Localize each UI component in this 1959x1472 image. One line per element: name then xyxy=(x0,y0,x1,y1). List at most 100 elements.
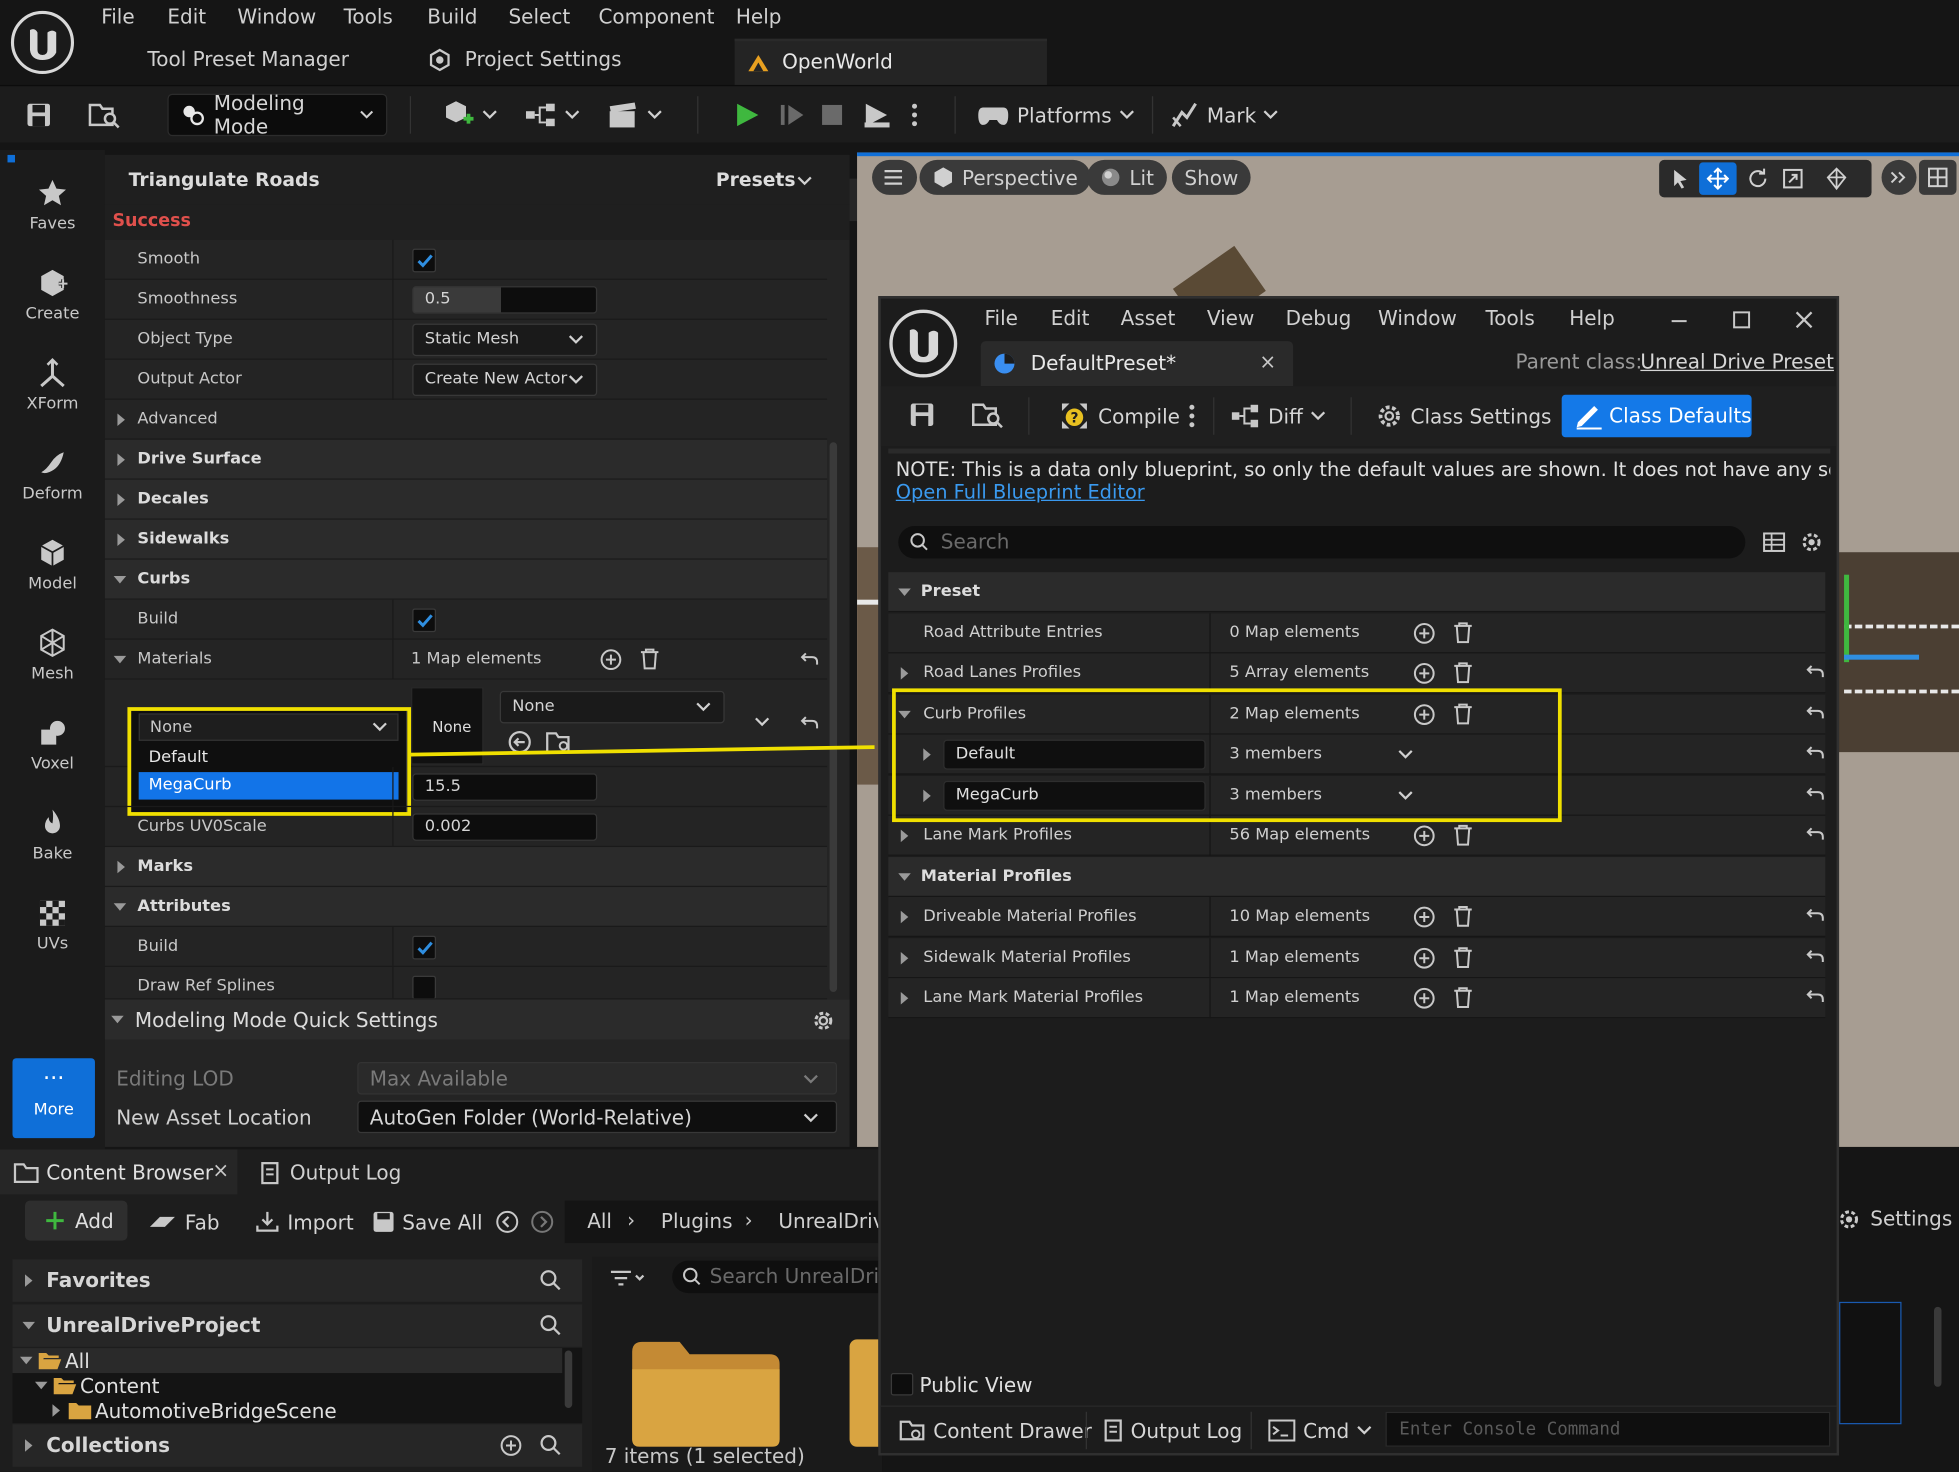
collections-header[interactable]: Collections xyxy=(12,1424,583,1467)
reset-arrow-icon[interactable] xyxy=(1805,785,1825,802)
selected-asset-tile[interactable] xyxy=(1839,1301,1902,1425)
add-element-icon[interactable] xyxy=(1413,946,1435,969)
asset-search-input[interactable]: Search UnrealDrive xyxy=(672,1260,903,1294)
mark-button[interactable]: Mark xyxy=(1169,94,1279,136)
tab-openworld[interactable]: OpenWorld xyxy=(734,38,1047,85)
minimize-icon[interactable] xyxy=(1670,319,1687,324)
add-element-icon[interactable] xyxy=(1413,662,1435,684)
content-browser-tab[interactable]: Content Browser × xyxy=(0,1149,238,1195)
class-defaults-button[interactable]: Class Defaults xyxy=(1561,394,1752,438)
eject-icon[interactable] xyxy=(862,94,892,136)
asset-scrollbar[interactable] xyxy=(1934,1306,1942,1387)
curbs-uv-field[interactable]: 0.002 xyxy=(412,813,598,841)
palette-deform[interactable]: Deform xyxy=(0,447,105,503)
bp-menu-asset[interactable]: Asset xyxy=(1121,306,1176,330)
fab-button[interactable]: Fab xyxy=(147,1201,220,1243)
project-header[interactable]: UnrealDriveProject xyxy=(12,1304,583,1347)
menu-build[interactable]: Build xyxy=(427,5,477,29)
reset-arrow-icon[interactable] xyxy=(1805,745,1825,762)
trash-icon[interactable] xyxy=(640,647,660,670)
search-icon[interactable] xyxy=(540,1434,562,1456)
collapse-arrow-icon[interactable] xyxy=(113,655,127,664)
bp-tab-defaultpreset[interactable]: DefaultPreset* × xyxy=(980,341,1294,387)
trash-icon[interactable] xyxy=(1453,620,1473,643)
palette-more-button[interactable]: ··· More xyxy=(12,1058,95,1139)
chevron-down-icon[interactable] xyxy=(755,717,770,727)
folder-tile[interactable] xyxy=(630,1339,782,1447)
show-button[interactable]: Show xyxy=(1171,159,1251,195)
reset-arrow-icon[interactable] xyxy=(800,651,820,668)
play-icon[interactable] xyxy=(733,94,760,136)
save-icon[interactable] xyxy=(908,401,935,428)
open-full-blueprint-link[interactable]: Open Full Blueprint Editor xyxy=(896,481,1145,503)
menu-help[interactable]: Help xyxy=(736,5,782,29)
menu-select[interactable]: Select xyxy=(508,5,570,29)
crumb-all[interactable]: All xyxy=(587,1209,612,1233)
menu-tools[interactable]: Tools xyxy=(344,5,393,29)
cmd-button[interactable]: Cmd xyxy=(1268,1409,1372,1451)
bp-menu-view[interactable]: View xyxy=(1207,306,1254,330)
output-actor-dropdown[interactable]: Create New Actor xyxy=(412,363,598,397)
crumb-plugins[interactable]: Plugins xyxy=(661,1209,733,1233)
more-viewport-options[interactable] xyxy=(1881,159,1917,195)
reset-arrow-icon[interactable] xyxy=(1805,704,1825,721)
reset-arrow-icon[interactable] xyxy=(800,715,820,732)
bp-menu-window[interactable]: Window xyxy=(1378,306,1457,330)
trash-icon[interactable] xyxy=(1453,905,1473,927)
table-view-icon[interactable] xyxy=(1763,531,1786,553)
reset-arrow-icon[interactable] xyxy=(1805,907,1825,924)
palette-faves[interactable]: Faves xyxy=(0,177,105,234)
lit-button[interactable]: Lit xyxy=(1086,159,1167,195)
tree-item-automotive[interactable]: AutomotiveBridgeScene xyxy=(12,1398,562,1423)
bp-menu-debug[interactable]: Debug xyxy=(1286,306,1352,330)
trash-icon[interactable] xyxy=(1453,661,1473,684)
smooth-checkbox[interactable] xyxy=(412,248,437,273)
property-row[interactable]: Preset xyxy=(888,572,1826,613)
menu-component[interactable]: Component xyxy=(598,5,714,29)
reset-arrow-icon[interactable] xyxy=(1805,826,1825,843)
tree-item-all[interactable]: All xyxy=(12,1348,563,1374)
draw-ref-checkbox[interactable] xyxy=(412,975,437,999)
decales-category[interactable]: Decales xyxy=(104,479,828,520)
import-button[interactable]: Import xyxy=(255,1201,354,1243)
add-collection-icon[interactable] xyxy=(500,1434,522,1456)
search-icon[interactable] xyxy=(540,1314,562,1336)
tab-tool-preset-manager[interactable]: Tool Preset Manager xyxy=(147,47,348,71)
presets-button[interactable]: Presets xyxy=(716,169,796,191)
add-element-icon[interactable] xyxy=(1413,825,1435,847)
trash-icon[interactable] xyxy=(1453,945,1473,968)
palette-create[interactable]: Create xyxy=(0,267,105,324)
scale-icon[interactable] xyxy=(1782,167,1804,189)
material-asset-dropdown[interactable]: None xyxy=(499,690,725,724)
forward-icon[interactable] xyxy=(530,1209,555,1234)
output-log-tab[interactable]: Output Log xyxy=(290,1161,402,1185)
modeling-mode-button[interactable]: Modeling Mode xyxy=(167,91,388,139)
curbs-category[interactable]: Curbs xyxy=(104,559,828,600)
back-icon[interactable] xyxy=(495,1209,520,1234)
stop-icon[interactable] xyxy=(820,94,845,136)
attributes-build-checkbox[interactable] xyxy=(412,935,437,960)
bp-menu-tools[interactable]: Tools xyxy=(1485,306,1534,330)
drive-surface-category[interactable]: Drive Surface xyxy=(104,439,828,480)
unreal-logo-icon[interactable] xyxy=(10,10,75,75)
bp-menu-file[interactable]: File xyxy=(984,306,1017,330)
hidden-value-field[interactable]: 15.5 xyxy=(412,773,598,801)
rotate-icon[interactable] xyxy=(1747,167,1769,189)
output-log-button[interactable]: Output Log xyxy=(1103,1409,1242,1451)
viewport-menu-button[interactable] xyxy=(872,159,918,195)
collapse-arrow-icon[interactable] xyxy=(111,1015,124,1024)
move-tool-button[interactable] xyxy=(1699,162,1737,195)
attributes-category[interactable]: Attributes xyxy=(104,887,828,928)
cinematics-button[interactable] xyxy=(607,94,662,136)
editing-lod-dropdown[interactable]: Max Available xyxy=(357,1061,838,1095)
close-window-icon[interactable] xyxy=(1794,310,1814,330)
gear-icon[interactable] xyxy=(1837,1207,1862,1232)
save-icon[interactable] xyxy=(25,94,52,136)
palette-xform[interactable]: XForm xyxy=(0,357,105,414)
folder-tile[interactable] xyxy=(849,1339,883,1447)
palette-voxel[interactable]: Voxel xyxy=(0,717,105,773)
tree-item-content[interactable]: Content xyxy=(12,1373,562,1398)
advanced-row[interactable]: Advanced xyxy=(104,400,828,440)
asset-location-dropdown[interactable]: AutoGen Folder (World-Relative) xyxy=(357,1100,838,1134)
filter-icon[interactable] xyxy=(610,1269,647,1286)
